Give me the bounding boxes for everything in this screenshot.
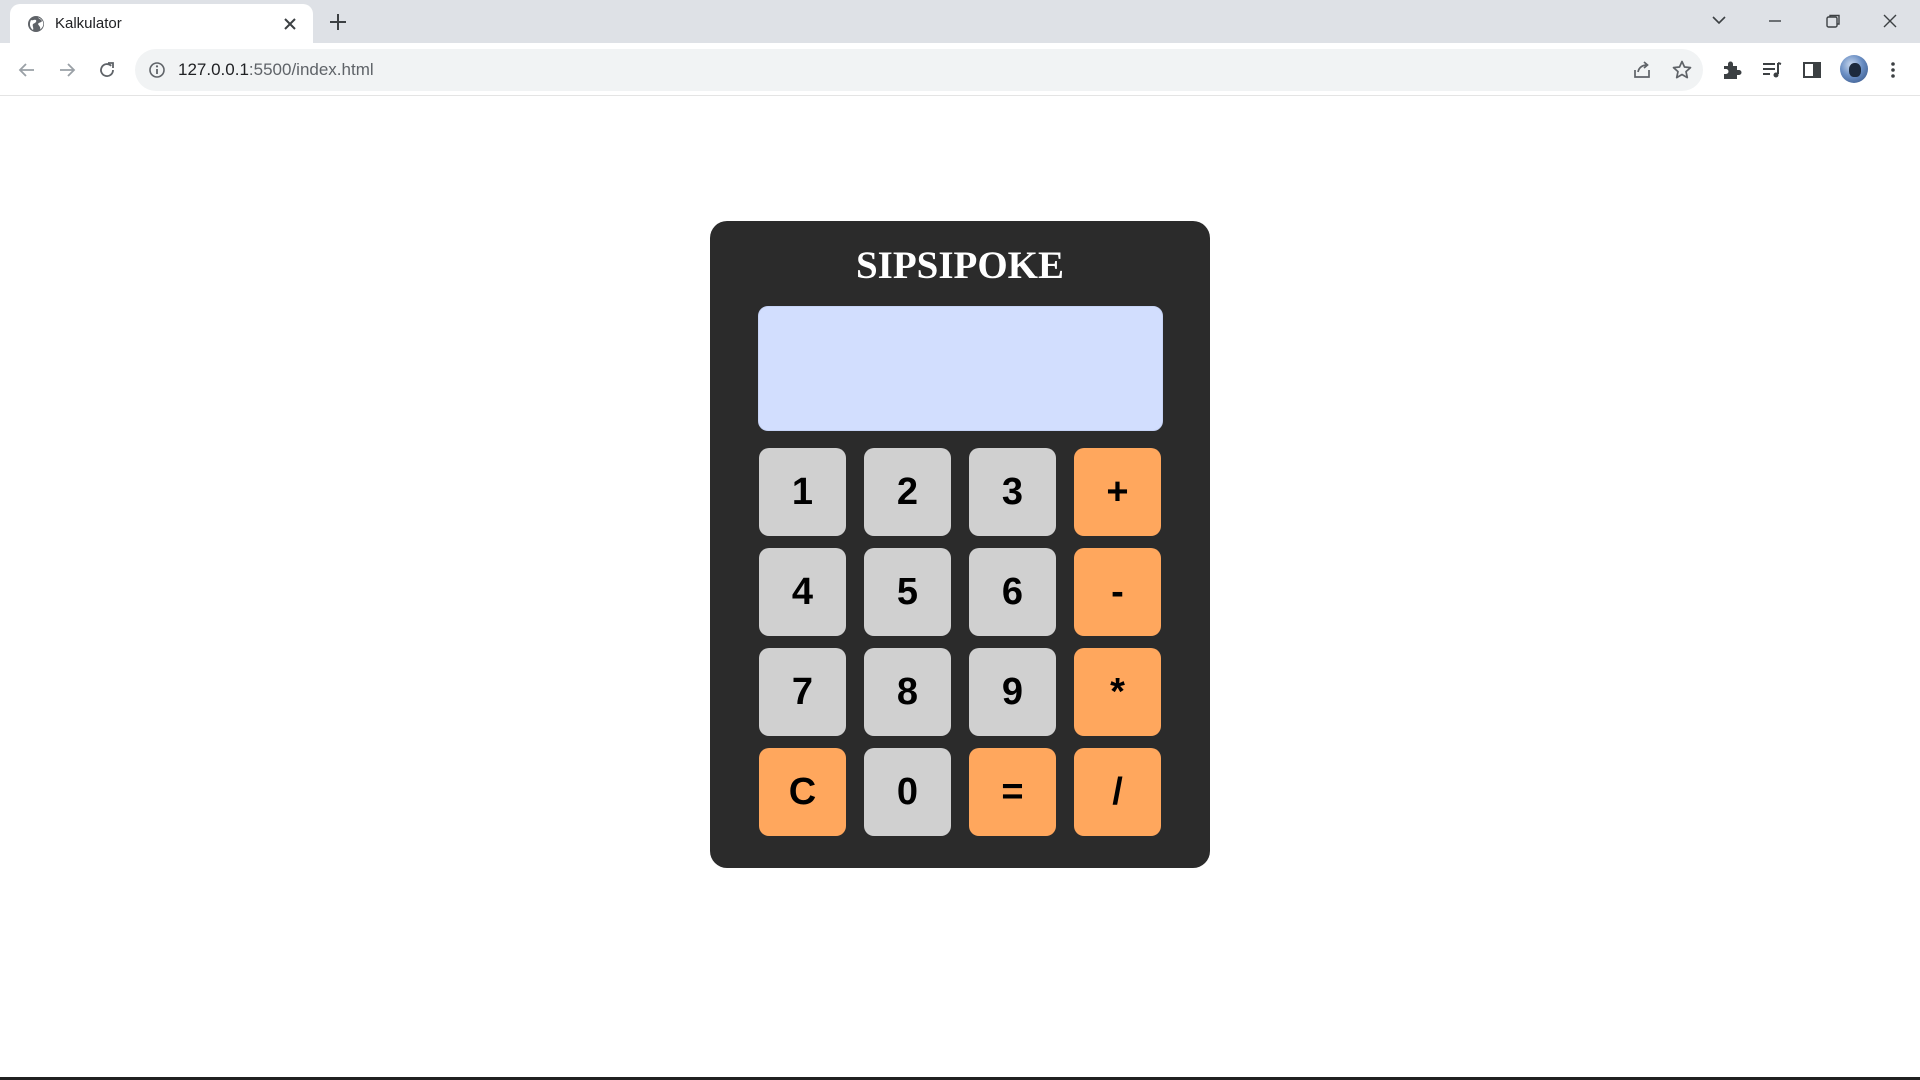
url-host: 127.0.0.1 [178,60,249,79]
key-multiply-button[interactable]: * [1074,648,1161,736]
star-icon[interactable] [1670,58,1694,82]
key-3-button[interactable]: 3 [969,448,1056,536]
new-tab-button[interactable] [325,9,351,35]
share-icon[interactable] [1630,58,1654,82]
forward-button[interactable] [52,55,82,85]
key-minus-button[interactable]: - [1074,548,1161,636]
url-text[interactable]: 127.0.0.1:5500/index.html [178,60,374,80]
close-icon[interactable] [279,13,301,35]
browser-toolbar: 127.0.0.1:5500/index.html [0,43,1920,96]
restore-button[interactable] [1813,6,1853,36]
key-6-button[interactable]: 6 [969,548,1056,636]
key-equals-button[interactable]: = [969,748,1056,836]
calculator: SIPSIPOKE 1 2 3 +4 5 6- 7 8 9 * C 0 = / [710,221,1210,868]
puzzle-icon[interactable] [1719,57,1745,83]
key-7-button[interactable]: 7 [759,648,846,736]
avatar[interactable] [1840,55,1868,83]
tab-search-button[interactable] [1699,6,1739,36]
globe-icon [26,14,46,34]
reload-icon [100,62,114,77]
restore-icon [1826,14,1840,28]
key-9-button[interactable]: 9 [969,648,1056,736]
side-panel-icon[interactable] [1799,57,1825,83]
key-clear-button[interactable]: C [759,748,846,836]
keypad: 1 2 3 +4 5 6- 7 8 9 * C 0 = / [759,448,1163,842]
arrow-right-icon [60,63,76,77]
tab-title: Kalkulator [55,15,122,32]
kebab-menu-icon[interactable] [1880,57,1906,83]
chevron-down-icon [1712,16,1726,25]
info-icon[interactable] [148,61,166,79]
back-button[interactable] [12,55,42,85]
reload-button[interactable] [92,55,122,85]
tab-strip: Kalkulator [0,0,1920,43]
key-2-button[interactable]: 2 [864,448,951,536]
minimize-button[interactable] [1755,6,1795,36]
key-4-button[interactable]: 4 [759,548,846,636]
calculator-title: SIPSIPOKE [855,244,1065,287]
plus-icon [330,14,346,30]
key-8-button[interactable]: 8 [864,648,951,736]
reading-list-icon[interactable] [1759,57,1785,83]
page-viewport: SIPSIPOKE 1 2 3 +4 5 6- 7 8 9 * C 0 = / [0,97,1920,1077]
key-1-button[interactable]: 1 [759,448,846,536]
key-0-button[interactable]: 0 [864,748,951,836]
arrow-left-icon [18,63,34,77]
browser-tab[interactable]: Kalkulator [10,4,313,43]
key-divide-button[interactable]: / [1074,748,1161,836]
close-icon [1883,14,1897,28]
address-bar[interactable]: 127.0.0.1:5500/index.html [135,49,1703,91]
key-5-button[interactable]: 5 [864,548,951,636]
key-plus-button[interactable]: + [1074,448,1161,536]
calculator-display [758,306,1163,431]
url-path: :5500/index.html [248,60,374,79]
minimize-icon [1769,20,1781,22]
close-window-button[interactable] [1870,6,1910,36]
